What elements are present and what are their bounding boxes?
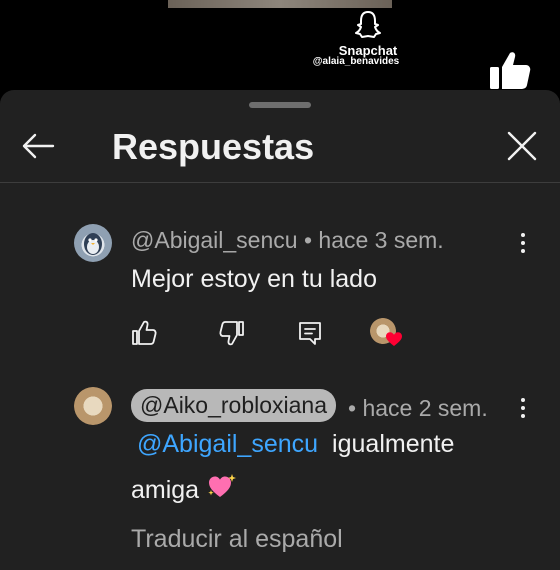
reply-text-line1: @Abigail_sencu igualmente	[131, 430, 454, 459]
video-frame-strip	[168, 0, 392, 8]
sheet-title: Respuestas	[112, 126, 315, 167]
thumbs-up-icon[interactable]	[131, 320, 157, 346]
replies-sheet: Respuestas @Abigail_sencu • hace 3 sem. …	[0, 90, 560, 570]
avatar[interactable]	[74, 387, 112, 425]
comment-author[interactable]: @Abigail_sencu	[131, 227, 298, 253]
watermark-handle: @alaia_benavides	[312, 56, 400, 67]
comment-text: Mejor estoy en tu lado	[131, 265, 377, 293]
reply-text-line2: amiga	[131, 472, 237, 505]
more-vertical-icon[interactable]	[516, 397, 530, 419]
avatar-image	[84, 233, 102, 255]
reply-text-continued: amiga	[131, 476, 200, 504]
video-background: Snapchat @alaia_benavides	[0, 0, 560, 92]
comment-time: hace 3 sem.	[318, 227, 444, 253]
back-arrow-icon[interactable]	[20, 128, 56, 164]
video-like-icon[interactable]	[488, 48, 532, 92]
reply-mention-link[interactable]: @Abigail_sencu	[137, 430, 318, 458]
reply-text: igualmente	[332, 430, 455, 458]
avatar[interactable]	[74, 224, 112, 262]
comment-meta: @Abigail_sencu • hace 3 sem.	[131, 227, 444, 254]
drag-handle[interactable]	[249, 102, 311, 108]
comment-icon[interactable]	[297, 320, 323, 346]
translate-link[interactable]: Traducir al español	[131, 525, 343, 554]
more-vertical-icon[interactable]	[516, 232, 530, 254]
header-divider	[0, 182, 560, 183]
sparkling-heart-icon	[208, 474, 237, 497]
meta-separator: •	[303, 227, 313, 253]
reply-author-chip[interactable]: @Aiko_robloxiana	[131, 389, 337, 422]
snapchat-ghost-icon	[355, 11, 381, 38]
thumbs-down-icon[interactable]	[219, 320, 245, 346]
creator-heart-badge[interactable]	[370, 318, 404, 350]
reply-time: • hace 2 sem.	[348, 395, 488, 421]
heart-icon	[386, 332, 402, 346]
close-icon[interactable]	[504, 128, 540, 164]
